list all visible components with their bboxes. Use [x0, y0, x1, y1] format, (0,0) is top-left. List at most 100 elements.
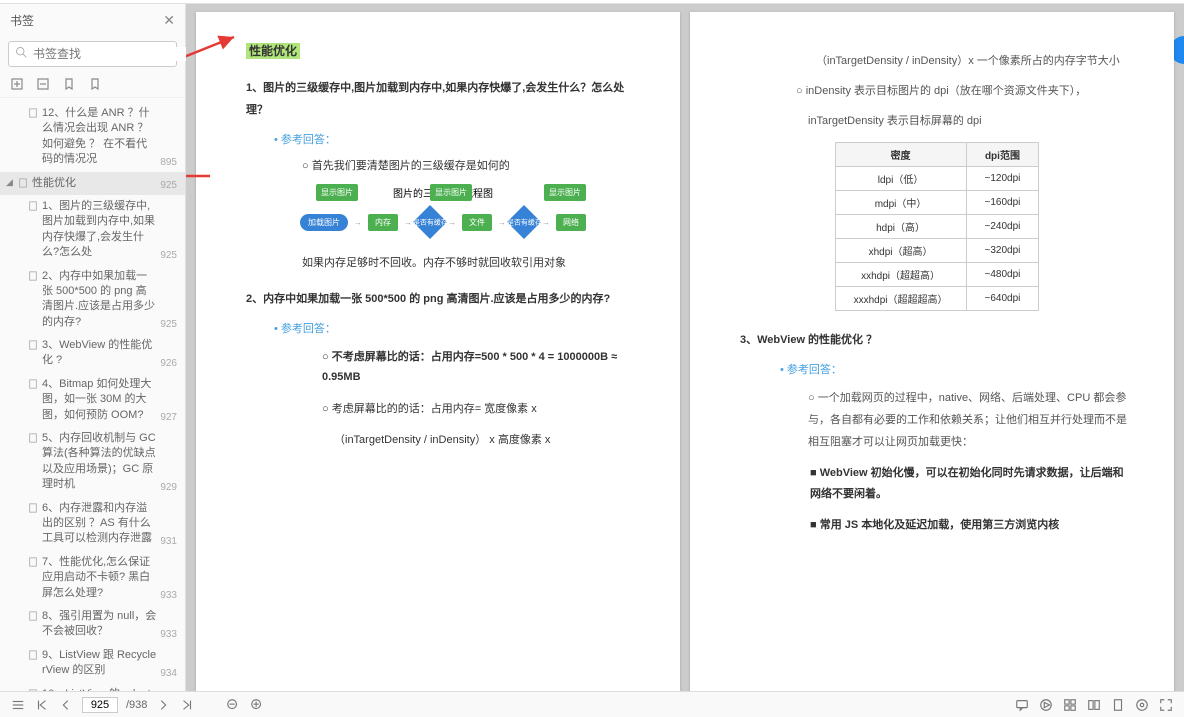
page-icon: [28, 650, 38, 660]
contents-icon[interactable]: [10, 697, 26, 713]
bookmark-page: 934: [160, 668, 177, 679]
page-icon: [28, 340, 38, 350]
cell-dpi: ~120dpi: [966, 167, 1039, 191]
prev-page-icon[interactable]: [58, 697, 74, 713]
bookmark-tree[interactable]: 12、什么是 ANR ？什么情况会出现 ANR ？如何避免 ？ 在不看代码的情况…: [0, 98, 185, 691]
play-icon[interactable]: [1038, 697, 1054, 713]
page-icon: [28, 689, 38, 692]
last-page-icon[interactable]: [179, 697, 195, 713]
q2-sub2a: ○ 考虑屏幕比的的话：占用内存= 宽度像素 x: [322, 400, 640, 420]
bookmark-item[interactable]: 10、ListView 的 adapter 是什么 adapter936: [0, 683, 185, 692]
flow-decision-2: 是否有缓存: [507, 205, 541, 239]
q3-title: 3、WebView 的性能优化 ？: [740, 329, 1134, 351]
arrow-icon: →: [498, 218, 506, 227]
page-icon: [28, 201, 38, 211]
arrow-icon: →: [542, 218, 550, 227]
status-bar: /938: [0, 691, 1184, 717]
search-input[interactable]: [33, 47, 188, 61]
page-number-input[interactable]: [82, 697, 118, 713]
bookmark-toolbar: [0, 71, 185, 98]
flow-top-3: 显示图片: [544, 184, 586, 201]
bookmark-alt-icon[interactable]: [88, 77, 102, 91]
r-line2: ○ inDensity 表示目标图片的 dpi（放在哪个资源文件夹下），: [796, 80, 1134, 102]
page-icon: [28, 271, 38, 281]
main-area: 书签 ✕ 12、什么是 ANR ？什么情况会出现 ANR ？如何避免 ？ 在不看…: [0, 4, 1184, 691]
table-head-row: 密度 dpi范围: [835, 143, 1039, 167]
bookmark-text: 3、WebView 的性能优化 ?: [42, 338, 156, 369]
bookmark-item[interactable]: 9、ListView 跟 RecyclerView 的区别934: [0, 644, 185, 683]
bookmark-icon[interactable]: [62, 77, 76, 91]
bookmark-text: 12、什么是 ANR ？什么情况会出现 ANR ？如何避免 ？ 在不看代码的情况…: [42, 106, 156, 168]
bookmark-item[interactable]: 6、内存泄露和内存溢出的区别 ？AS 有什么工具可以检测内存泄露931: [0, 497, 185, 551]
expand-all-icon[interactable]: [10, 77, 24, 91]
settings-icon[interactable]: [1134, 697, 1150, 713]
r-line3: inTargetDensity 表示目标屏幕的 dpi: [808, 110, 1134, 132]
table-row: ldpi（低）~120dpi: [835, 167, 1039, 191]
bookmark-item[interactable]: 7、性能优化,怎么保证应用启动不卡顿? 黑白屏怎么处理?933: [0, 551, 185, 605]
red-arrow-1: [186, 32, 242, 65]
q3-bullet-2: ■ 常用 JS 本地化及延迟加载，使用第三方浏览内核: [810, 515, 1134, 536]
bookmark-text: 4、Bitmap 如何处理大图，如一张 30M 的大图，如何预防 OOM?: [42, 377, 156, 423]
bookmark-text: 7、性能优化,怎么保证应用启动不卡顿? 黑白屏怎么处理?: [42, 555, 156, 601]
bookmark-item[interactable]: 3、WebView 的性能优化 ?926: [0, 334, 185, 373]
q3-bullet-1: ■ WebView 初始化慢，可以在初始化同时先请求数据，让后端和网络不要闲着。: [810, 463, 1134, 505]
bookmark-item[interactable]: 4、Bitmap 如何处理大图，如一张 30M 的大图，如何预防 OOM? 927: [0, 373, 185, 427]
bookmark-text: 2、内存中如果加载一张 500*500 的 png 高清图片.应该是占用多少的内…: [42, 269, 156, 331]
bookmark-text: 10、ListView 的 adapter 是什么 adapter: [42, 687, 156, 692]
flow-node-net: 网络: [556, 214, 586, 231]
fullscreen-icon[interactable]: [1158, 697, 1174, 713]
q2-title: 2、内存中如果加载一张 500*500 的 png 高清图片.应该是占用多少的内…: [246, 288, 640, 310]
close-icon[interactable]: ✕: [163, 12, 175, 29]
cell-density: hdpi（高）: [835, 215, 966, 239]
bookmark-page: 931: [160, 536, 177, 547]
r-line1: （inTargetDensity / inDensity）x 一个像素所占的内存…: [816, 50, 1134, 72]
cell-dpi: ~320dpi: [966, 239, 1039, 263]
two-page-icon[interactable]: [1086, 697, 1102, 713]
table-row: mdpi（中）~160dpi: [835, 191, 1039, 215]
page-icon: [28, 108, 38, 118]
bookmark-page: 927: [160, 412, 177, 423]
search-wrap: [0, 37, 185, 71]
grid-icon[interactable]: [1062, 697, 1078, 713]
page-icon: [18, 178, 28, 188]
page-icon: [28, 503, 38, 513]
bookmark-text: 性能优化: [32, 176, 156, 191]
next-page-icon[interactable]: [155, 697, 171, 713]
page-icon: [28, 611, 38, 621]
bookmark-item[interactable]: ◢ 性能优化 925: [0, 172, 185, 195]
bookmark-page: 895: [160, 157, 177, 168]
page-icon: [28, 379, 38, 389]
caret-icon: ◢: [6, 177, 13, 188]
bookmark-item[interactable]: 8、强引用置为 null，会不会被回收？933: [0, 605, 185, 644]
density-table: 密度 dpi范围 ldpi（低）~120dpimdpi（中）~160dpihdp…: [835, 142, 1040, 311]
bookmark-item[interactable]: 5、内存回收机制与 GC 算法(各种算法的优缺点以及应用场景)；GC 原理时机9…: [0, 427, 185, 497]
cell-density: xxhdpi（超超高）: [835, 263, 966, 287]
bookmark-page: 933: [160, 629, 177, 640]
bookmark-item[interactable]: 1、图片的三级缓存中,图片加载到内存中,如果内存快爆了,会发生什么?怎么处925: [0, 195, 185, 265]
arrow-icon: →: [404, 218, 412, 227]
comment-icon[interactable]: [1014, 697, 1030, 713]
first-page-icon[interactable]: [34, 697, 50, 713]
flow-top-1: 显示图片: [316, 184, 358, 201]
search-box[interactable]: [8, 41, 177, 67]
cell-dpi: ~640dpi: [966, 287, 1039, 311]
page-left: 性能优化 1、图片的三级缓存中,图片加载到内存中,如果内存快爆了,会发生什么？怎…: [196, 12, 680, 691]
bookmark-text: 5、内存回收机制与 GC 算法(各种算法的优缺点以及应用场景)；GC 原理时机: [42, 431, 156, 493]
table-row: hdpi（高）~240dpi: [835, 215, 1039, 239]
q2-sub1: ○ 不考虑屏幕比的话：占用内存=500 * 500 * 4 = 1000000B…: [322, 348, 640, 388]
cell-density: mdpi（中）: [835, 191, 966, 215]
collapse-all-icon[interactable]: [36, 77, 50, 91]
bookmarks-panel: 书签 ✕ 12、什么是 ANR ？什么情况会出现 ANR ？如何避免 ？ 在不看…: [0, 4, 186, 691]
zoom-out-icon[interactable]: [225, 697, 241, 713]
page-right: （inTargetDensity / inDensity）x 一个像素所占的内存…: [690, 12, 1174, 691]
single-page-icon[interactable]: [1110, 697, 1126, 713]
q1-answer-label: • 参考回答：: [274, 131, 640, 147]
q2-answer-label: • 参考回答：: [274, 320, 640, 336]
q2-sub2b: （inTargetDensity / inDensity） x 高度像素 x: [334, 431, 640, 451]
bookmark-item[interactable]: 12、什么是 ANR ？什么情况会出现 ANR ？如何避免 ？ 在不看代码的情况…: [0, 102, 185, 172]
bookmark-page: 925: [160, 180, 177, 191]
zoom-in-icon[interactable]: [249, 697, 265, 713]
bookmark-item[interactable]: 2、内存中如果加载一张 500*500 的 png 高清图片.应该是占用多少的内…: [0, 265, 185, 335]
arrow-icon: →: [448, 218, 456, 227]
document-viewer[interactable]: 性能优化 1、图片的三级缓存中,图片加载到内存中,如果内存快爆了,会发生什么？怎…: [186, 4, 1184, 691]
